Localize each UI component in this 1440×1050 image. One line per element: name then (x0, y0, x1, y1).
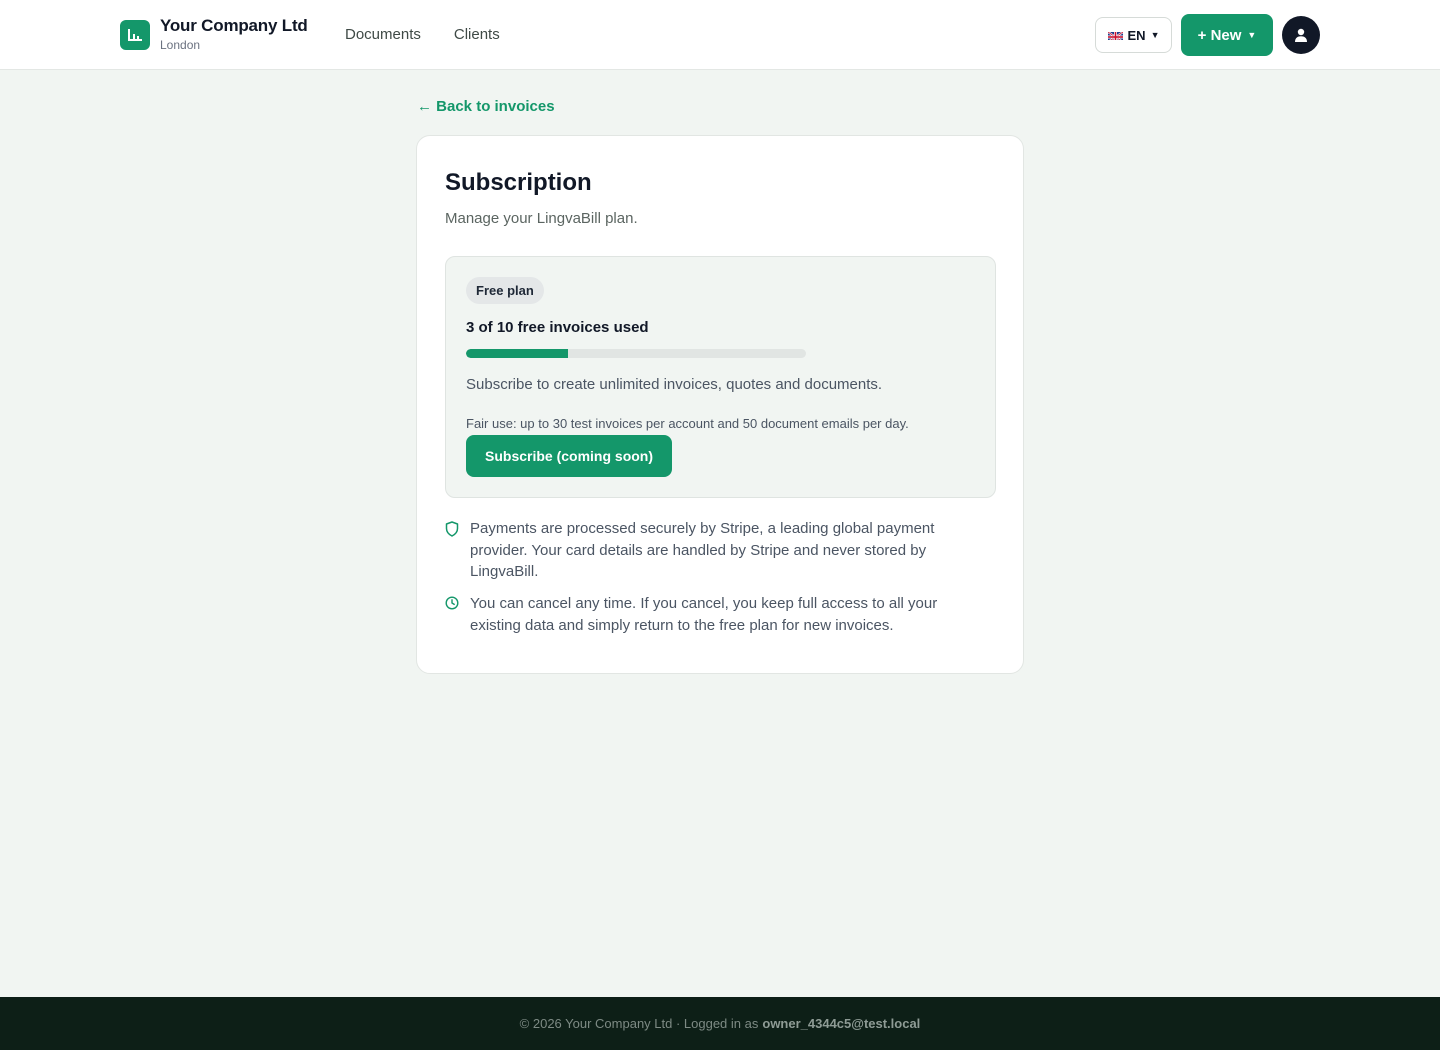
nav-clients[interactable]: Clients (454, 24, 500, 46)
usage-progress-fill (466, 349, 568, 358)
nav-documents[interactable]: Documents (345, 24, 421, 46)
cancel-note: You can cancel any time. If you cancel, … (445, 593, 997, 636)
page-subtitle: Manage your LingvaBill plan. (445, 210, 638, 227)
chevron-down-icon: ▼ (1247, 30, 1257, 40)
usage-progress-bar (466, 349, 806, 358)
chevron-down-icon: ▼ (1150, 30, 1160, 40)
security-note-text: Payments are processed securely by Strip… (470, 520, 935, 580)
user-icon (1295, 28, 1307, 42)
fair-use-text: Fair use: up to 30 test invoices per acc… (466, 416, 909, 431)
subscribe-button[interactable]: Subscribe (coming soon) (466, 435, 673, 477)
chart-bars-icon (120, 20, 150, 50)
company-city: London (160, 38, 201, 52)
subscription-card: Subscription Manage your LingvaBill plan… (416, 135, 1024, 674)
footer: © 2026 Your Company Ltd · Logged in as o… (0, 997, 1440, 1050)
clock-icon (445, 596, 459, 610)
footer-text: © 2026 Your Company Ltd · Logged in as (519, 1016, 759, 1031)
brand[interactable]: Your Company Ltd London (120, 17, 308, 53)
plan-panel: Free plan 3 of 10 free invoices used Sub… (445, 256, 996, 498)
footer-email: owner_4344c5@test.local (762, 1016, 921, 1031)
cancel-note-text: You can cancel any time. If you cancel, … (470, 595, 938, 634)
language-code: EN (1127, 27, 1146, 43)
new-button-label: + New (1197, 26, 1242, 44)
back-to-invoices-link[interactable]: ← Back to invoices (417, 96, 555, 118)
new-button[interactable]: + New ▼ (1181, 14, 1273, 56)
page-title: Subscription (445, 169, 592, 196)
uk-flag-icon (1107, 30, 1123, 40)
main-nav: Documents Clients (345, 24, 500, 46)
top-navbar: Your Company Ltd London Documents Client… (0, 0, 1440, 70)
company-name: Your Company Ltd (160, 16, 308, 35)
usage-text: 3 of 10 free invoices used (466, 319, 649, 336)
user-avatar[interactable] (1282, 16, 1320, 54)
shield-icon (445, 521, 459, 537)
security-note: Payments are processed securely by Strip… (445, 518, 997, 583)
plan-badge: Free plan (466, 277, 544, 304)
language-selector[interactable]: EN ▼ (1095, 17, 1172, 53)
plan-description: Subscribe to create unlimited invoices, … (466, 376, 883, 393)
